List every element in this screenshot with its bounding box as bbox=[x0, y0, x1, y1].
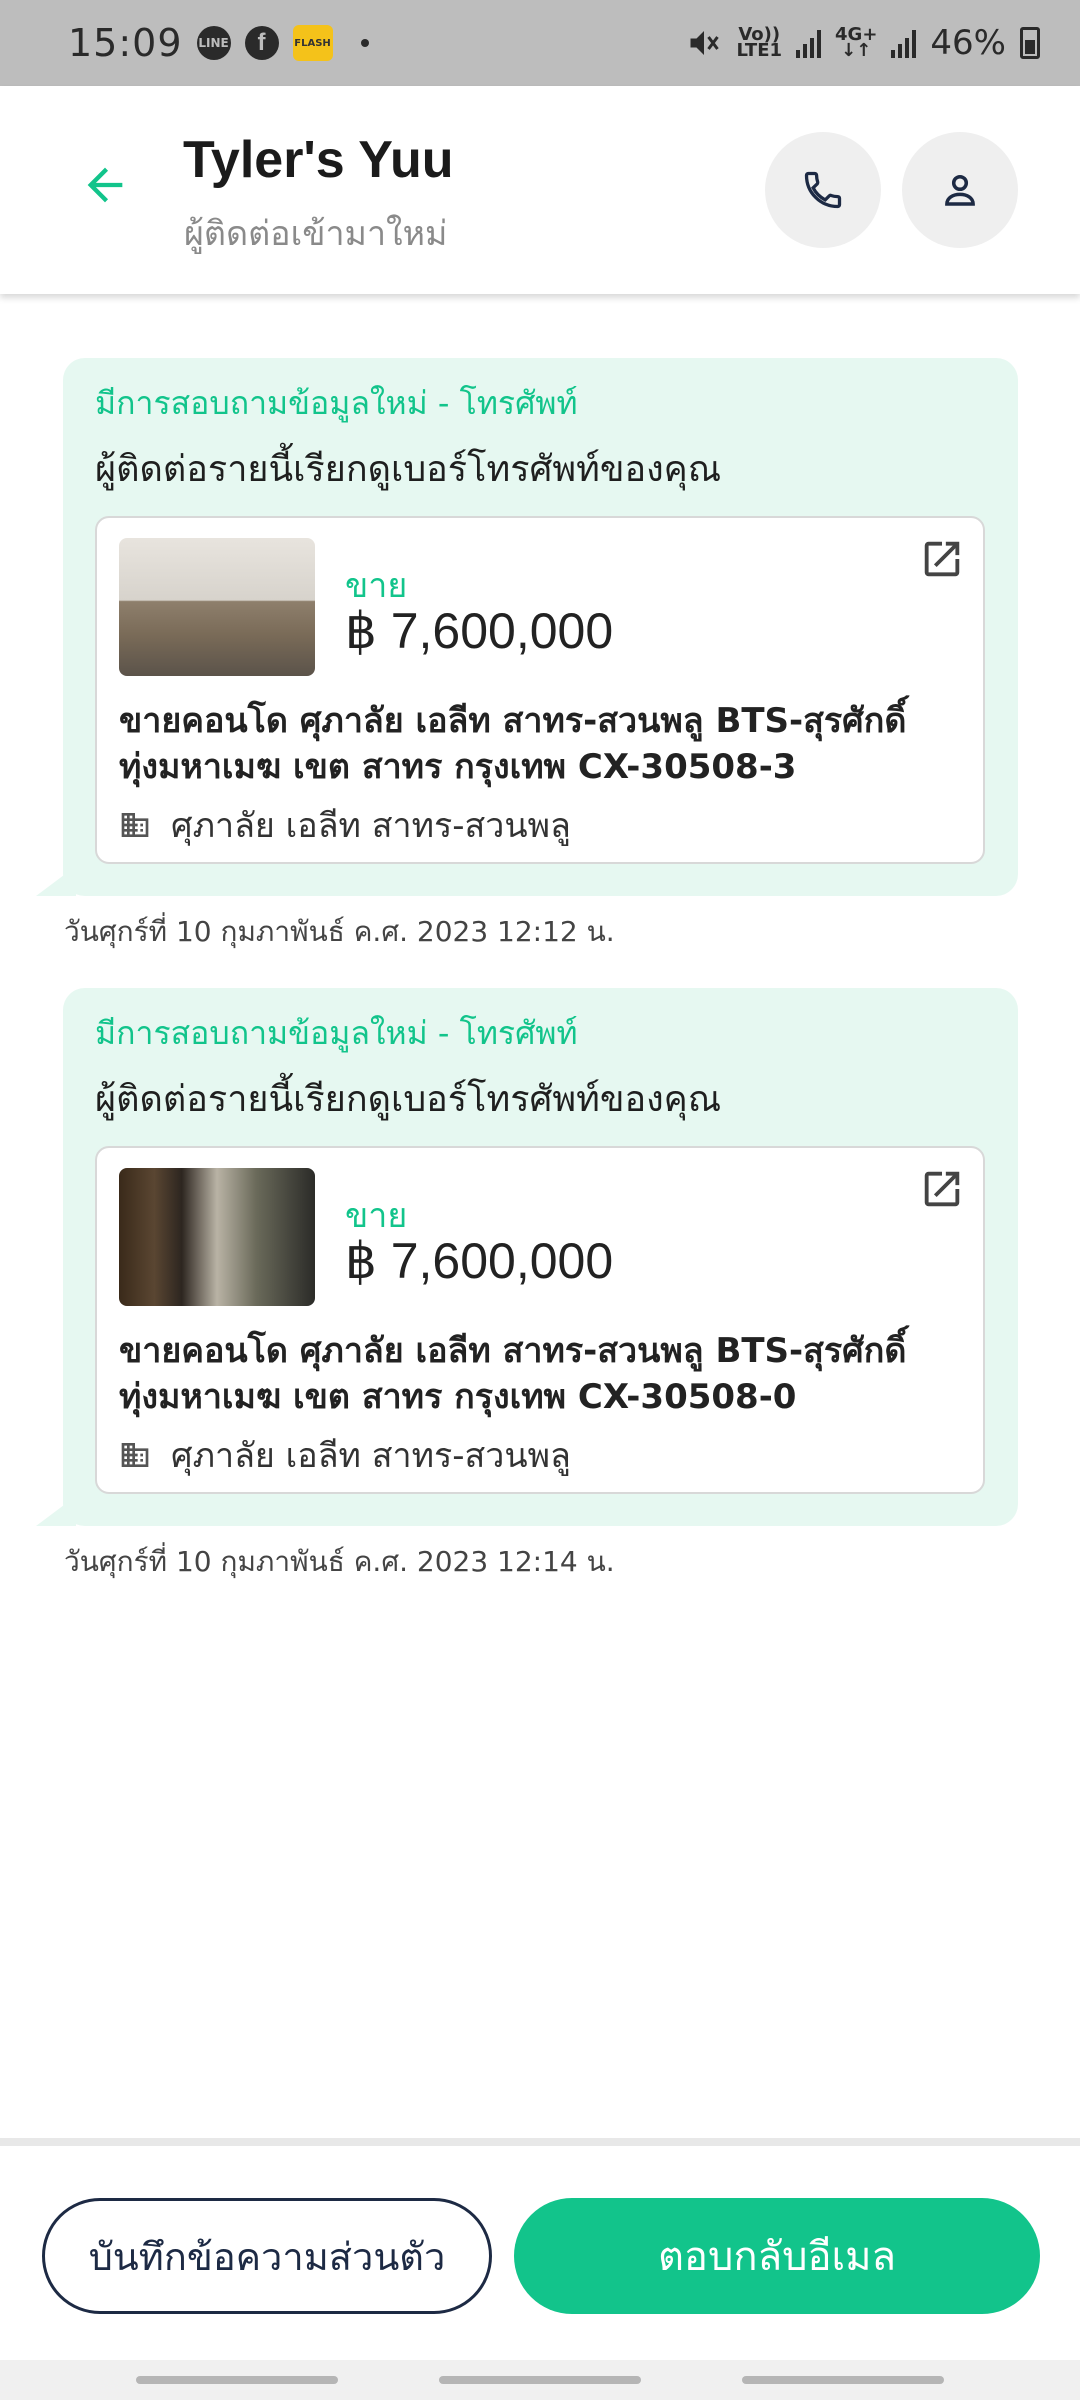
listing-card[interactable]: ขาย ฿ 7,600,000 ขายคอนโด ศุภาลัย เอลีท ส… bbox=[95, 516, 985, 864]
listing-photo bbox=[119, 1168, 315, 1306]
listing-photo bbox=[119, 538, 315, 676]
building-icon bbox=[121, 1443, 149, 1467]
contact-profile-button[interactable] bbox=[902, 132, 1018, 248]
building-icon bbox=[121, 813, 149, 837]
network-indicator: 4G+ ↓↑ bbox=[835, 26, 877, 61]
status-bar-left: 15:09 LINE f FLASH bbox=[68, 21, 369, 65]
nav-back[interactable] bbox=[742, 2376, 944, 2384]
listing-building: ศุภาลัย เอลีท สาทร-สวนพลู bbox=[119, 798, 571, 852]
nav-recent-apps[interactable] bbox=[136, 2376, 338, 2384]
system-nav-bar bbox=[0, 2360, 1080, 2400]
line-icon: LINE bbox=[196, 26, 231, 60]
call-button[interactable] bbox=[765, 132, 881, 248]
back-arrow-icon bbox=[87, 167, 123, 203]
bottom-divider bbox=[0, 2138, 1080, 2146]
status-time: 15:09 bbox=[68, 21, 183, 65]
building-name: ศุภาลัย เอลีท สาทร-สวนพลู bbox=[171, 806, 571, 846]
phone-icon bbox=[804, 171, 842, 209]
mute-icon bbox=[690, 31, 720, 55]
status-bar-right: Vo)) LTE1 4G+ ↓↑ 46% bbox=[686, 23, 1040, 63]
volte-indicator: Vo)) LTE1 bbox=[736, 26, 783, 61]
battery-icon bbox=[1020, 27, 1040, 59]
contact-name: Tyler's Yuu bbox=[183, 131, 454, 189]
inquiry-message: มีการสอบถามข้อมูลใหม่ - โทรศัพท์ ผู้ติดต… bbox=[36, 358, 1018, 896]
private-note-button[interactable]: บันทึกข้อความส่วนตัว bbox=[42, 2198, 492, 2314]
volte-bottom-label: LTE1 bbox=[736, 40, 783, 61]
message-timestamp: วันศุกร์ที่ 10 กุมภาพันธ์ ค.ศ. 2023 12:1… bbox=[64, 915, 615, 948]
signal-icon-1 bbox=[796, 28, 822, 58]
signal-icon-2 bbox=[891, 28, 917, 58]
facebook-icon: f bbox=[244, 26, 279, 60]
app-icon: FLASH bbox=[292, 25, 333, 61]
listing-title: ขายคอนโด ศุภาลัย เอลีท สาทร-สวนพลู BTS-ส… bbox=[119, 1331, 907, 1417]
inquiry-text: ผู้ติดต่อรายนี้เรียกดูเบอร์โทรศัพท์ของคุ… bbox=[95, 449, 722, 490]
contact-status: ผู้ติดต่อเข้ามาใหม่ bbox=[184, 214, 448, 254]
open-external-icon[interactable] bbox=[919, 536, 965, 582]
open-external-icon[interactable] bbox=[919, 1166, 965, 1212]
message-timestamp: วันศุกร์ที่ 10 กุมภาพันธ์ ค.ศ. 2023 12:1… bbox=[64, 1545, 615, 1578]
nav-home[interactable] bbox=[439, 2376, 641, 2384]
network-bottom-label: ↓↑ bbox=[841, 40, 872, 61]
app-header: Tyler's Yuu ผู้ติดต่อเข้ามาใหม่ bbox=[0, 86, 1080, 294]
reply-email-button[interactable]: ตอบกลับอีเมล bbox=[514, 2198, 1040, 2314]
inquiry-message: มีการสอบถามข้อมูลใหม่ - โทรศัพท์ ผู้ติดต… bbox=[36, 988, 1018, 1526]
bubble-tail bbox=[36, 866, 76, 896]
listing-card[interactable]: ขาย ฿ 7,600,000 ขายคอนโด ศุภาลัย เอลีท ส… bbox=[95, 1146, 985, 1494]
listing-price: ฿ 7,600,000 bbox=[345, 603, 614, 659]
person-icon bbox=[945, 174, 975, 206]
back-button[interactable] bbox=[68, 148, 142, 222]
building-name: ศุภาลัย เอลีท สาทร-สวนพลู bbox=[171, 1436, 571, 1476]
bubble-tail bbox=[36, 1496, 76, 1526]
listing-building: ศุภาลัย เอลีท สาทร-สวนพลู bbox=[119, 1428, 571, 1482]
more-notifications-dot bbox=[360, 39, 369, 47]
listing-title: ขายคอนโด ศุภาลัย เอลีท สาทร-สวนพลู BTS-ส… bbox=[119, 701, 907, 787]
inquiry-label: มีการสอบถามข้อมูลใหม่ - โทรศัพท์ bbox=[95, 1014, 578, 1052]
status-bar: 15:09 LINE f FLASH Vo)) LTE1 4G+ ↓↑ 46% bbox=[0, 0, 1080, 86]
inquiry-text: ผู้ติดต่อรายนี้เรียกดูเบอร์โทรศัพท์ของคุ… bbox=[95, 1079, 722, 1120]
listing-price: ฿ 7,600,000 bbox=[345, 1233, 614, 1289]
inquiry-label: มีการสอบถามข้อมูลใหม่ - โทรศัพท์ bbox=[95, 384, 578, 422]
battery-percent: 46% bbox=[930, 23, 1006, 63]
